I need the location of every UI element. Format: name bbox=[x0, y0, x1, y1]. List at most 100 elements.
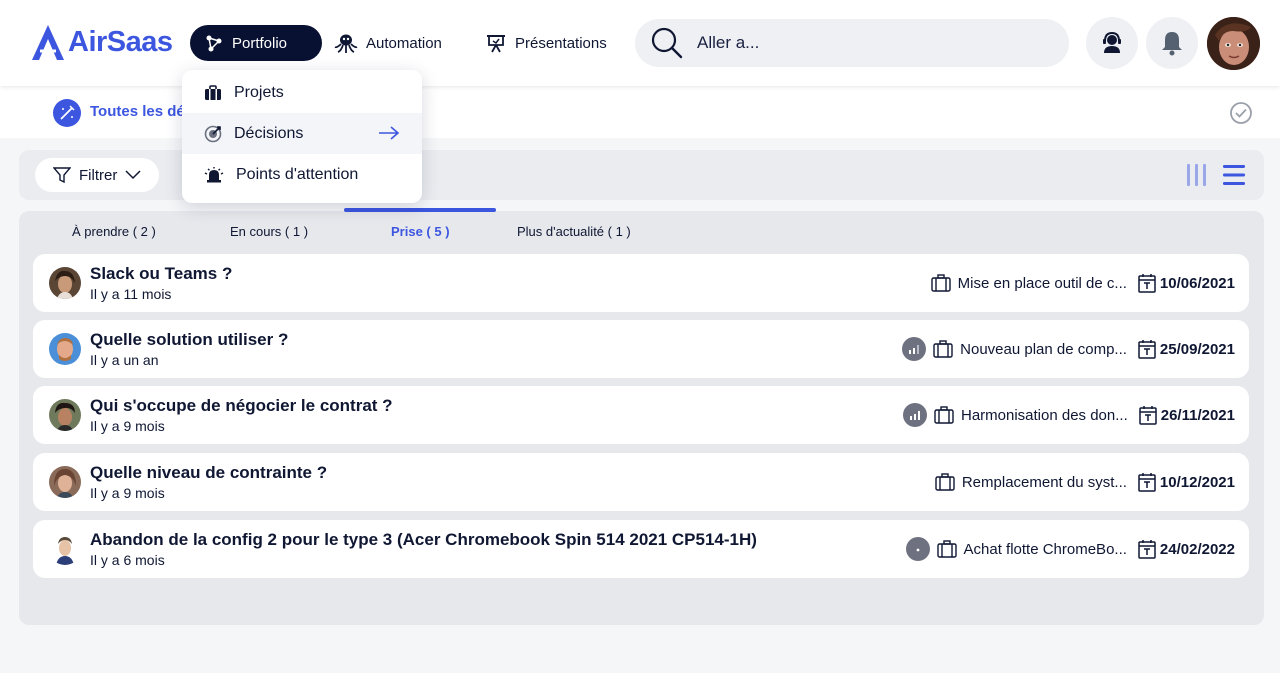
decision-row[interactable]: Abandon de la config 2 pour le type 3 (A… bbox=[33, 520, 1249, 578]
bell-icon bbox=[1162, 32, 1182, 56]
octopus-icon bbox=[334, 34, 358, 53]
decision-date: 26/11/2021 bbox=[1139, 405, 1235, 425]
decision-meta: Harmonisation des don... 26/11/2021 bbox=[902, 386, 1235, 444]
chevron-down-icon bbox=[125, 170, 141, 180]
search-bar[interactable] bbox=[635, 19, 1069, 67]
project-name: Mise en place outil de c... bbox=[957, 274, 1127, 292]
decision-time: Il y a 9 mois bbox=[90, 485, 165, 501]
briefcase-icon bbox=[205, 84, 221, 100]
project-name: Nouveau plan de comp... bbox=[960, 340, 1127, 358]
decision-row[interactable]: Quelle niveau de contrainte ? Il y a 9 m… bbox=[33, 453, 1249, 511]
nav-presentations-label: Présentations bbox=[515, 34, 607, 52]
user-avatar-image bbox=[1207, 17, 1260, 70]
check-circle-icon[interactable] bbox=[1229, 101, 1253, 125]
signal-icon bbox=[902, 403, 927, 427]
arrow-right-icon bbox=[379, 126, 400, 140]
decision-title: Quelle solution utiliser ? bbox=[90, 330, 289, 349]
decisions-panel: À prendre ( 2 ) En cours ( 1 ) Prise ( 5… bbox=[19, 208, 1264, 625]
date-text: 26/11/2021 bbox=[1160, 406, 1235, 424]
briefcase-outline-icon bbox=[935, 473, 955, 491]
tab-plus-actualite[interactable]: Plus d'actualité ( 1 ) bbox=[517, 224, 631, 239]
search-icon bbox=[651, 27, 683, 59]
nav-portfolio-label: Portfolio bbox=[232, 34, 288, 52]
briefcase-outline-icon bbox=[933, 340, 953, 358]
alarm-icon bbox=[204, 166, 224, 182]
briefcase-outline-icon bbox=[934, 406, 954, 424]
menu-item-projets[interactable]: Projets bbox=[182, 72, 422, 113]
decision-wand-icon bbox=[53, 99, 81, 127]
decision-meta: Remplacement du syst... 10/12/2021 bbox=[935, 453, 1235, 511]
active-tab-indicator bbox=[344, 208, 496, 212]
decision-time: Il y a 11 mois bbox=[90, 286, 172, 302]
page-title: Toutes les déc bbox=[90, 103, 194, 120]
project-name: Remplacement du syst... bbox=[961, 473, 1127, 491]
network-icon bbox=[206, 35, 222, 52]
portfolio-dropdown-menu: Projets Décisions Points d'attention bbox=[182, 70, 422, 203]
list-view-icon[interactable] bbox=[1222, 163, 1246, 187]
search-input[interactable] bbox=[697, 33, 1037, 53]
briefcase-outline-icon bbox=[936, 540, 957, 558]
calendar-icon bbox=[1138, 274, 1156, 293]
decision-meta: Achat flotte ChromeBo... 24/02/2022 bbox=[905, 520, 1235, 578]
menu-item-projets-label: Projets bbox=[234, 83, 284, 101]
menu-item-points-attention-label: Points d'attention bbox=[236, 165, 359, 183]
calendar-icon bbox=[1138, 540, 1156, 559]
filter-label: Filtrer bbox=[79, 166, 118, 184]
support-agent-icon bbox=[1103, 31, 1121, 53]
filter-button[interactable]: Filtrer bbox=[35, 158, 159, 192]
logo-text: AirSaas bbox=[68, 25, 173, 58]
nav-portfolio[interactable]: Portfolio bbox=[190, 25, 322, 61]
airsaas-logo-mark-icon bbox=[32, 25, 64, 60]
notifications-button[interactable] bbox=[1146, 17, 1198, 69]
tab-prise[interactable]: Prise ( 5 ) bbox=[391, 224, 450, 239]
tab-a-prendre[interactable]: À prendre ( 2 ) bbox=[72, 224, 156, 239]
author-avatar bbox=[49, 399, 81, 431]
date-text: 10/06/2021 bbox=[1159, 274, 1235, 292]
nav-automation-label: Automation bbox=[366, 34, 442, 52]
date-text: 10/12/2021 bbox=[1159, 473, 1235, 491]
menu-item-decisions-label: Décisions bbox=[234, 124, 304, 142]
decision-title: Quelle niveau de contrainte ? bbox=[90, 463, 328, 482]
decision-time: Il y a 6 mois bbox=[90, 552, 165, 568]
decision-date: 10/12/2021 bbox=[1138, 472, 1235, 492]
menu-item-decisions[interactable]: Décisions bbox=[182, 113, 422, 154]
funnel-icon bbox=[53, 167, 71, 184]
airsaas-logo[interactable]: AirSaas bbox=[30, 22, 173, 62]
briefcase-outline-icon bbox=[930, 274, 951, 292]
decision-meta: Nouveau plan de comp... 25/09/2021 bbox=[902, 320, 1235, 378]
date-text: 24/02/2022 bbox=[1159, 540, 1235, 558]
decision-title: Abandon de la config 2 pour le type 3 (A… bbox=[90, 530, 757, 549]
date-text: 25/09/2021 bbox=[1159, 340, 1235, 358]
project-name: Harmonisation des don... bbox=[960, 406, 1128, 424]
dot-icon bbox=[905, 537, 930, 561]
nav-automation[interactable]: Automation bbox=[334, 25, 442, 61]
target-icon bbox=[204, 125, 222, 142]
decision-meta: Mise en place outil de c... 10/06/2021 bbox=[930, 254, 1235, 312]
user-avatar[interactable] bbox=[1207, 17, 1260, 70]
menu-item-points-attention[interactable]: Points d'attention bbox=[182, 154, 422, 195]
project-name: Achat flotte ChromeBo... bbox=[963, 540, 1127, 558]
decision-row[interactable]: Slack ou Teams ? Il y a 11 mois Mise en … bbox=[33, 254, 1249, 312]
decision-date: 25/09/2021 bbox=[1138, 339, 1235, 359]
author-avatar bbox=[49, 333, 81, 365]
author-avatar bbox=[49, 267, 81, 299]
decision-time: Il y a 9 mois bbox=[90, 418, 165, 434]
calendar-icon bbox=[1138, 473, 1156, 492]
decision-row[interactable]: Quelle solution utiliser ? Il y a un an … bbox=[33, 320, 1249, 378]
tab-en-cours[interactable]: En cours ( 1 ) bbox=[230, 224, 308, 239]
calendar-icon bbox=[1139, 406, 1157, 425]
decision-date: 10/06/2021 bbox=[1138, 273, 1235, 293]
signal-icon bbox=[902, 337, 927, 361]
support-button[interactable] bbox=[1086, 17, 1138, 69]
kanban-view-icon[interactable] bbox=[1186, 163, 1208, 187]
author-avatar bbox=[49, 533, 81, 565]
calendar-icon bbox=[1138, 340, 1156, 359]
author-avatar bbox=[49, 466, 81, 498]
nav-presentations[interactable]: Présentations bbox=[485, 25, 607, 61]
presentation-board-icon bbox=[487, 35, 505, 53]
decision-row[interactable]: Qui s'occupe de négocier le contrat ? Il… bbox=[33, 386, 1249, 444]
decision-title: Slack ou Teams ? bbox=[90, 264, 233, 283]
decision-time: Il y a un an bbox=[90, 352, 159, 368]
decision-date: 24/02/2022 bbox=[1138, 539, 1235, 559]
decision-title: Qui s'occupe de négocier le contrat ? bbox=[90, 396, 393, 415]
